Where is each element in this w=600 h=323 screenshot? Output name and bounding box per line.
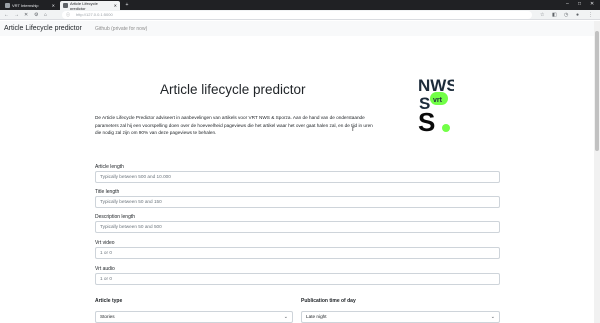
tab-close-icon[interactable]: ✕ [114, 3, 117, 8]
description-length-input[interactable]: Typically between 50 and 500 [95, 221, 500, 233]
vrt-video-label: Vrt video [95, 240, 115, 246]
maximize-icon[interactable]: □ [578, 1, 581, 7]
navbar-brand[interactable]: Article Lifecycle predictor [4, 25, 82, 32]
new-tab-icon[interactable]: + [124, 2, 130, 8]
address-bar[interactable]: ⓘ http://127.0.0.1:5000 [62, 11, 532, 19]
intro-paragraph: De Article Lifecycle Predictor adviseert… [95, 115, 373, 135]
article-length-input[interactable]: Typically between 500 and 10.000 [95, 171, 500, 183]
chevron-down-icon: ⌄ [283, 314, 288, 320]
browser-tab-article-lifecycle[interactable]: Article Lifecycle predictor ✕ [60, 0, 120, 11]
article-type-value: Stories [100, 314, 115, 319]
extensions-icon[interactable]: ◧ [552, 11, 557, 19]
vrt-nws-sporza-logo: NWS S vrt S [418, 76, 454, 135]
profile-icon[interactable]: ● [576, 11, 579, 19]
browser-tab-strip: VRT Internship ✕ Article Lifecycle predi… [0, 0, 600, 11]
publication-time-value: Late night [306, 314, 327, 319]
menu-icon[interactable]: ⋮ [588, 11, 593, 19]
extension-icon[interactable]: ⚙ [34, 11, 38, 19]
history-icon[interactable]: ◷ [564, 11, 568, 19]
tab-favicon-icon [5, 3, 10, 8]
tab-favicon-icon [63, 3, 68, 8]
info-icon[interactable]: ⓘ [66, 11, 70, 19]
logo-s-text: S [418, 107, 435, 135]
vrt-audio-input[interactable]: 1 or 0 [95, 273, 500, 285]
article-length-label: Article length [95, 164, 124, 170]
text-cursor-icon: I [352, 127, 354, 133]
logo-vrt-text: vrt [433, 97, 443, 104]
forward-icon[interactable]: → [14, 11, 19, 19]
vrt-video-input[interactable]: 1 or 0 [95, 247, 500, 259]
article-type-label: Article type [95, 298, 123, 304]
tab-label: VRT Internship [12, 3, 39, 8]
vrt-audio-label: Vrt audio [95, 266, 115, 272]
tab-label: Article Lifecycle predictor [70, 0, 98, 11]
page-title: Article lifecycle predictor [160, 82, 306, 97]
bookmark-icon[interactable]: ☆ [540, 11, 544, 19]
description-length-label: Description length [95, 214, 136, 220]
article-type-select[interactable]: Stories ⌄ [95, 311, 293, 323]
back-icon[interactable]: ← [4, 11, 9, 19]
window-close-icon[interactable]: ✕ [590, 1, 594, 7]
home-icon[interactable]: ⌂ [44, 11, 47, 19]
minimize-icon[interactable]: – [566, 1, 569, 7]
navbar: Article Lifecycle predictor Github (priv… [0, 21, 594, 36]
title-length-label: Title length [95, 189, 120, 195]
chevron-down-icon: ⌄ [490, 314, 495, 320]
title-length-input[interactable]: Typically between 50 and 150 [95, 196, 500, 208]
publication-time-select[interactable]: Late night ⌄ [301, 311, 500, 323]
page-scrollbar[interactable] [594, 21, 600, 323]
browser-tab-vrt-internship[interactable]: VRT Internship ✕ [2, 1, 58, 10]
publication-time-label: Publication time of day [301, 298, 356, 304]
stop-icon[interactable]: ✕ [24, 11, 28, 19]
address-bar-url: http://127.0.0.1:5000 [76, 12, 113, 17]
browser-toolbar: ← → ✕ ⚙ ⌂ ⓘ http://127.0.0.1:5000 ☆ ◧ ◷ … [0, 10, 600, 20]
github-link[interactable]: Github (private for now) [95, 26, 147, 32]
tab-close-icon[interactable]: ✕ [52, 3, 55, 8]
scrollbar-thumb[interactable] [595, 31, 599, 151]
